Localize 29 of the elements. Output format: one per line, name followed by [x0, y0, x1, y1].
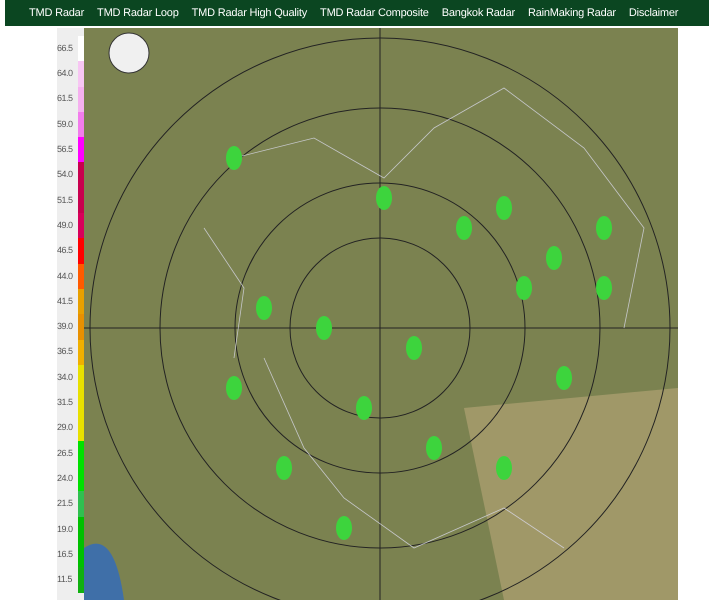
legend-label: 36.5	[57, 345, 74, 358]
legend-label: 49.0	[57, 218, 74, 232]
nav-link[interactable]: TMD Radar	[29, 4, 84, 22]
legend-label: 16.5	[57, 548, 74, 561]
legend-label: 64.0	[57, 67, 74, 80]
legend-label: 31.5	[57, 396, 74, 410]
legend-label: 29.0	[57, 421, 74, 434]
nav-link[interactable]: TMD Radar Loop	[97, 4, 179, 22]
legend-label: 24.0	[57, 472, 74, 485]
legend-label: 54.0	[57, 168, 74, 182]
legend-label: 34.0	[57, 370, 74, 384]
nav-link[interactable]: Disclaimer	[628, 4, 678, 22]
legend-label: 21.5	[57, 497, 74, 510]
nav-link[interactable]: TMD Radar High Quality	[192, 4, 308, 22]
legend-label: 39.0	[57, 320, 74, 334]
legend-label: 41.5	[57, 294, 74, 308]
legend-label: 51.5	[57, 194, 74, 207]
legend-label: 44.0	[57, 270, 74, 283]
nav-link[interactable]: TMD Radar Composite	[320, 4, 429, 22]
legend-label: 56.5	[57, 143, 74, 156]
legend-label: 46.5	[57, 244, 74, 258]
legend-label: 11.5	[57, 573, 73, 586]
legend-label: 59.0	[57, 118, 74, 131]
legend-label: 26.5	[57, 446, 74, 460]
legend-label: 61.5	[57, 92, 74, 106]
nav-link[interactable]: RainMaking Radar	[528, 4, 616, 22]
legend-label: 19.0	[57, 522, 74, 536]
nav-link[interactable]: Bangkok Radar	[442, 4, 515, 22]
legend-label: 66.5	[57, 42, 74, 55]
